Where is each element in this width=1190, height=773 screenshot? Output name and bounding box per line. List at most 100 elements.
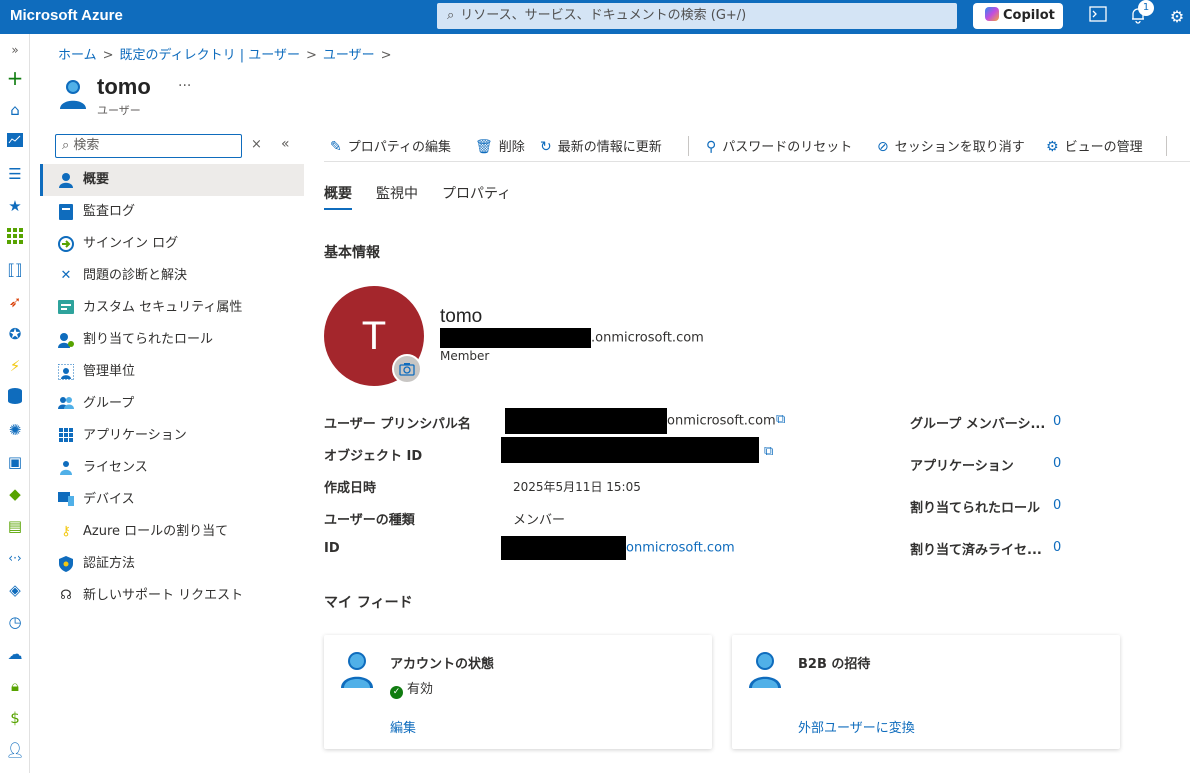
vnet-icon[interactable]: ‹·›	[5, 548, 25, 568]
tab-monitoring[interactable]: 監視中	[376, 183, 418, 203]
revoke-sessions-button[interactable]: ⊘ セッションを取り消す	[877, 136, 1025, 155]
breadcrumb-sep: >	[102, 48, 114, 63]
nav-item-assigned-roles[interactable]: 割り当てられたロール	[40, 324, 304, 356]
nav-item-label: 新しいサポート リクエスト	[83, 588, 244, 603]
admin-unit-icon	[57, 363, 75, 381]
nav-item-overview[interactable]: 概要	[40, 164, 304, 196]
group-icon	[58, 396, 74, 412]
breadcrumb-home[interactable]: ホーム	[58, 48, 97, 63]
more-options-icon[interactable]: ···	[178, 78, 191, 94]
search-icon: ⌕	[62, 138, 74, 153]
nav-item-signin-logs[interactable]: サインイン ログ	[40, 228, 304, 260]
dashboard-icon[interactable]	[5, 132, 25, 152]
id-value[interactable]: onmicrosoft.com	[501, 536, 735, 560]
wrench-icon: ✕	[60, 268, 72, 283]
nav-item-applications[interactable]: アプリケーション	[40, 420, 304, 452]
edit-properties-button[interactable]: ✎ プロパティの編集	[330, 136, 451, 155]
star-icon[interactable]: ★	[5, 196, 25, 216]
command-bar: ✎ プロパティの編集 🗑︎ 削除 ↻ 最新の情報に更新 ⚲ パスワードのリセット ⊘ セッ…	[324, 130, 1190, 162]
cost-icon[interactable]: $	[5, 708, 25, 728]
basic-info-heading: 基本情報	[324, 245, 380, 261]
camera-icon[interactable]	[392, 354, 422, 384]
created-label: 作成日時	[324, 481, 377, 496]
tab-properties[interactable]: プロパティ	[442, 183, 511, 203]
nav-item-diagnose[interactable]: ✕ 問題の診断と解決	[40, 260, 304, 292]
global-search-input[interactable]: ⌕ リソース、サービス、ドキュメントの検索 (G+/)	[437, 3, 957, 29]
app-grid-icon	[58, 428, 74, 444]
edit-link[interactable]: 編集	[390, 717, 416, 736]
plus-icon[interactable]: +	[5, 68, 25, 88]
breadcrumb-users[interactable]: ユーザー	[323, 48, 375, 63]
expand-icon[interactable]: »	[5, 40, 25, 60]
refresh-button[interactable]: ↻ 最新の情報に更新	[540, 136, 662, 155]
nav-item-devices[interactable]: デバイス	[40, 484, 304, 516]
command-divider	[1166, 136, 1167, 156]
nav-item-licenses[interactable]: ライセンス	[40, 452, 304, 484]
collapse-nav-icon[interactable]: «	[281, 136, 290, 152]
breadcrumb: ホーム > 既定のディレクトリ | ユーザー > ユーザー >	[58, 44, 398, 63]
stat-group-memberships-label: グループ メンバーシ...	[910, 417, 1046, 432]
stat-assigned-roles-value[interactable]: 0	[1053, 498, 1061, 513]
refresh-icon: ↻	[540, 139, 552, 155]
tab-overview[interactable]: 概要	[324, 183, 352, 203]
convert-external-user-link[interactable]: 外部ユーザーに変換	[798, 717, 915, 736]
clear-search-icon[interactable]: ×	[251, 137, 262, 152]
reset-password-label: パスワードのリセット	[722, 140, 853, 155]
list-icon[interactable]: ☰	[5, 164, 25, 184]
brand-logo[interactable]: Microsoft Azure	[10, 7, 123, 24]
storage-icon[interactable]: ▤	[5, 516, 25, 536]
nav-item-groups[interactable]: グループ	[40, 388, 304, 420]
security-icon[interactable]: 🔒︎	[5, 676, 25, 696]
copy-icon[interactable]: ⧉	[776, 412, 785, 427]
delete-button[interactable]: 🗑︎ 削除	[475, 136, 525, 155]
user-email: .onmicrosoft.com	[440, 328, 704, 348]
vm-icon[interactable]: ▣	[5, 452, 25, 472]
user-member-type: Member	[440, 349, 490, 363]
breadcrumb-directory[interactable]: 既定のディレクトリ | ユーザー	[120, 48, 300, 63]
user-icon	[58, 172, 74, 188]
signin-log-icon	[58, 236, 74, 252]
cloud-shell-icon[interactable]	[1087, 6, 1109, 28]
search-icon: ⌕	[447, 8, 455, 23]
nav-item-audit-logs[interactable]: 監査ログ	[40, 196, 304, 228]
reset-password-button[interactable]: ⚲ パスワードのリセット	[706, 136, 852, 155]
gear-icon[interactable]: ⚙	[1166, 6, 1188, 28]
home-icon[interactable]: ⌂	[5, 100, 25, 120]
cosmos-icon[interactable]: ✺	[5, 420, 25, 440]
nav-item-label: 概要	[83, 172, 110, 187]
account-status: ✓ 有効	[390, 678, 433, 699]
user-display-name: tomo	[440, 306, 483, 327]
stat-assigned-licenses-value[interactable]: 0	[1053, 540, 1061, 555]
network-icon[interactable]: ✪	[5, 324, 25, 344]
nav-item-label: 問題の診断と解決	[83, 268, 188, 283]
advisor-icon[interactable]: ☁	[5, 644, 25, 664]
nav-item-auth-methods[interactable]: 認証方法	[40, 548, 304, 580]
upn-suffix: onmicrosoft.com	[667, 413, 776, 429]
refresh-label: 最新の情報に更新	[557, 140, 662, 155]
entra-icon[interactable]: ◈	[5, 580, 25, 600]
manage-view-button[interactable]: ⚙ ビューの管理	[1046, 136, 1143, 155]
breadcrumb-sep: >	[380, 48, 392, 63]
function-icon[interactable]: ⚡	[5, 356, 25, 376]
copilot-button[interactable]: Copilot	[973, 3, 1063, 29]
stat-group-memberships-value[interactable]: 0	[1053, 414, 1061, 429]
nav-item-admin-units[interactable]: 管理単位	[40, 356, 304, 388]
monitor-icon[interactable]: ◷	[5, 612, 25, 632]
rocket-icon[interactable]: ➶	[5, 292, 25, 312]
stat-applications-value[interactable]: 0	[1053, 456, 1061, 471]
stat-applications-label: アプリケーション	[910, 459, 1014, 474]
nav-item-azure-role-assignments[interactable]: ⚷ Azure ロールの割り当て	[40, 516, 304, 548]
nav-item-label: 認証方法	[83, 556, 136, 571]
nav-item-label: カスタム セキュリティ属性	[83, 300, 243, 315]
copy-icon[interactable]: ⧉	[764, 444, 773, 459]
sql-icon[interactable]	[5, 388, 25, 408]
user-rail-icon[interactable]: 👤︎	[5, 740, 25, 760]
nav-item-label: 管理単位	[83, 364, 136, 379]
lb-icon[interactable]: ◆	[5, 484, 25, 504]
nav-search-input[interactable]: ⌕ 検索	[55, 134, 242, 158]
id-suffix-link[interactable]: onmicrosoft.com	[626, 541, 735, 556]
nav-item-custom-security-attributes[interactable]: カスタム セキュリティ属性	[40, 292, 304, 324]
resource-group-icon[interactable]: ⟦⟧	[5, 260, 25, 280]
all-resources-icon[interactable]	[5, 228, 25, 248]
nav-item-support-request[interactable]: ☊ 新しいサポート リクエスト	[40, 580, 304, 612]
